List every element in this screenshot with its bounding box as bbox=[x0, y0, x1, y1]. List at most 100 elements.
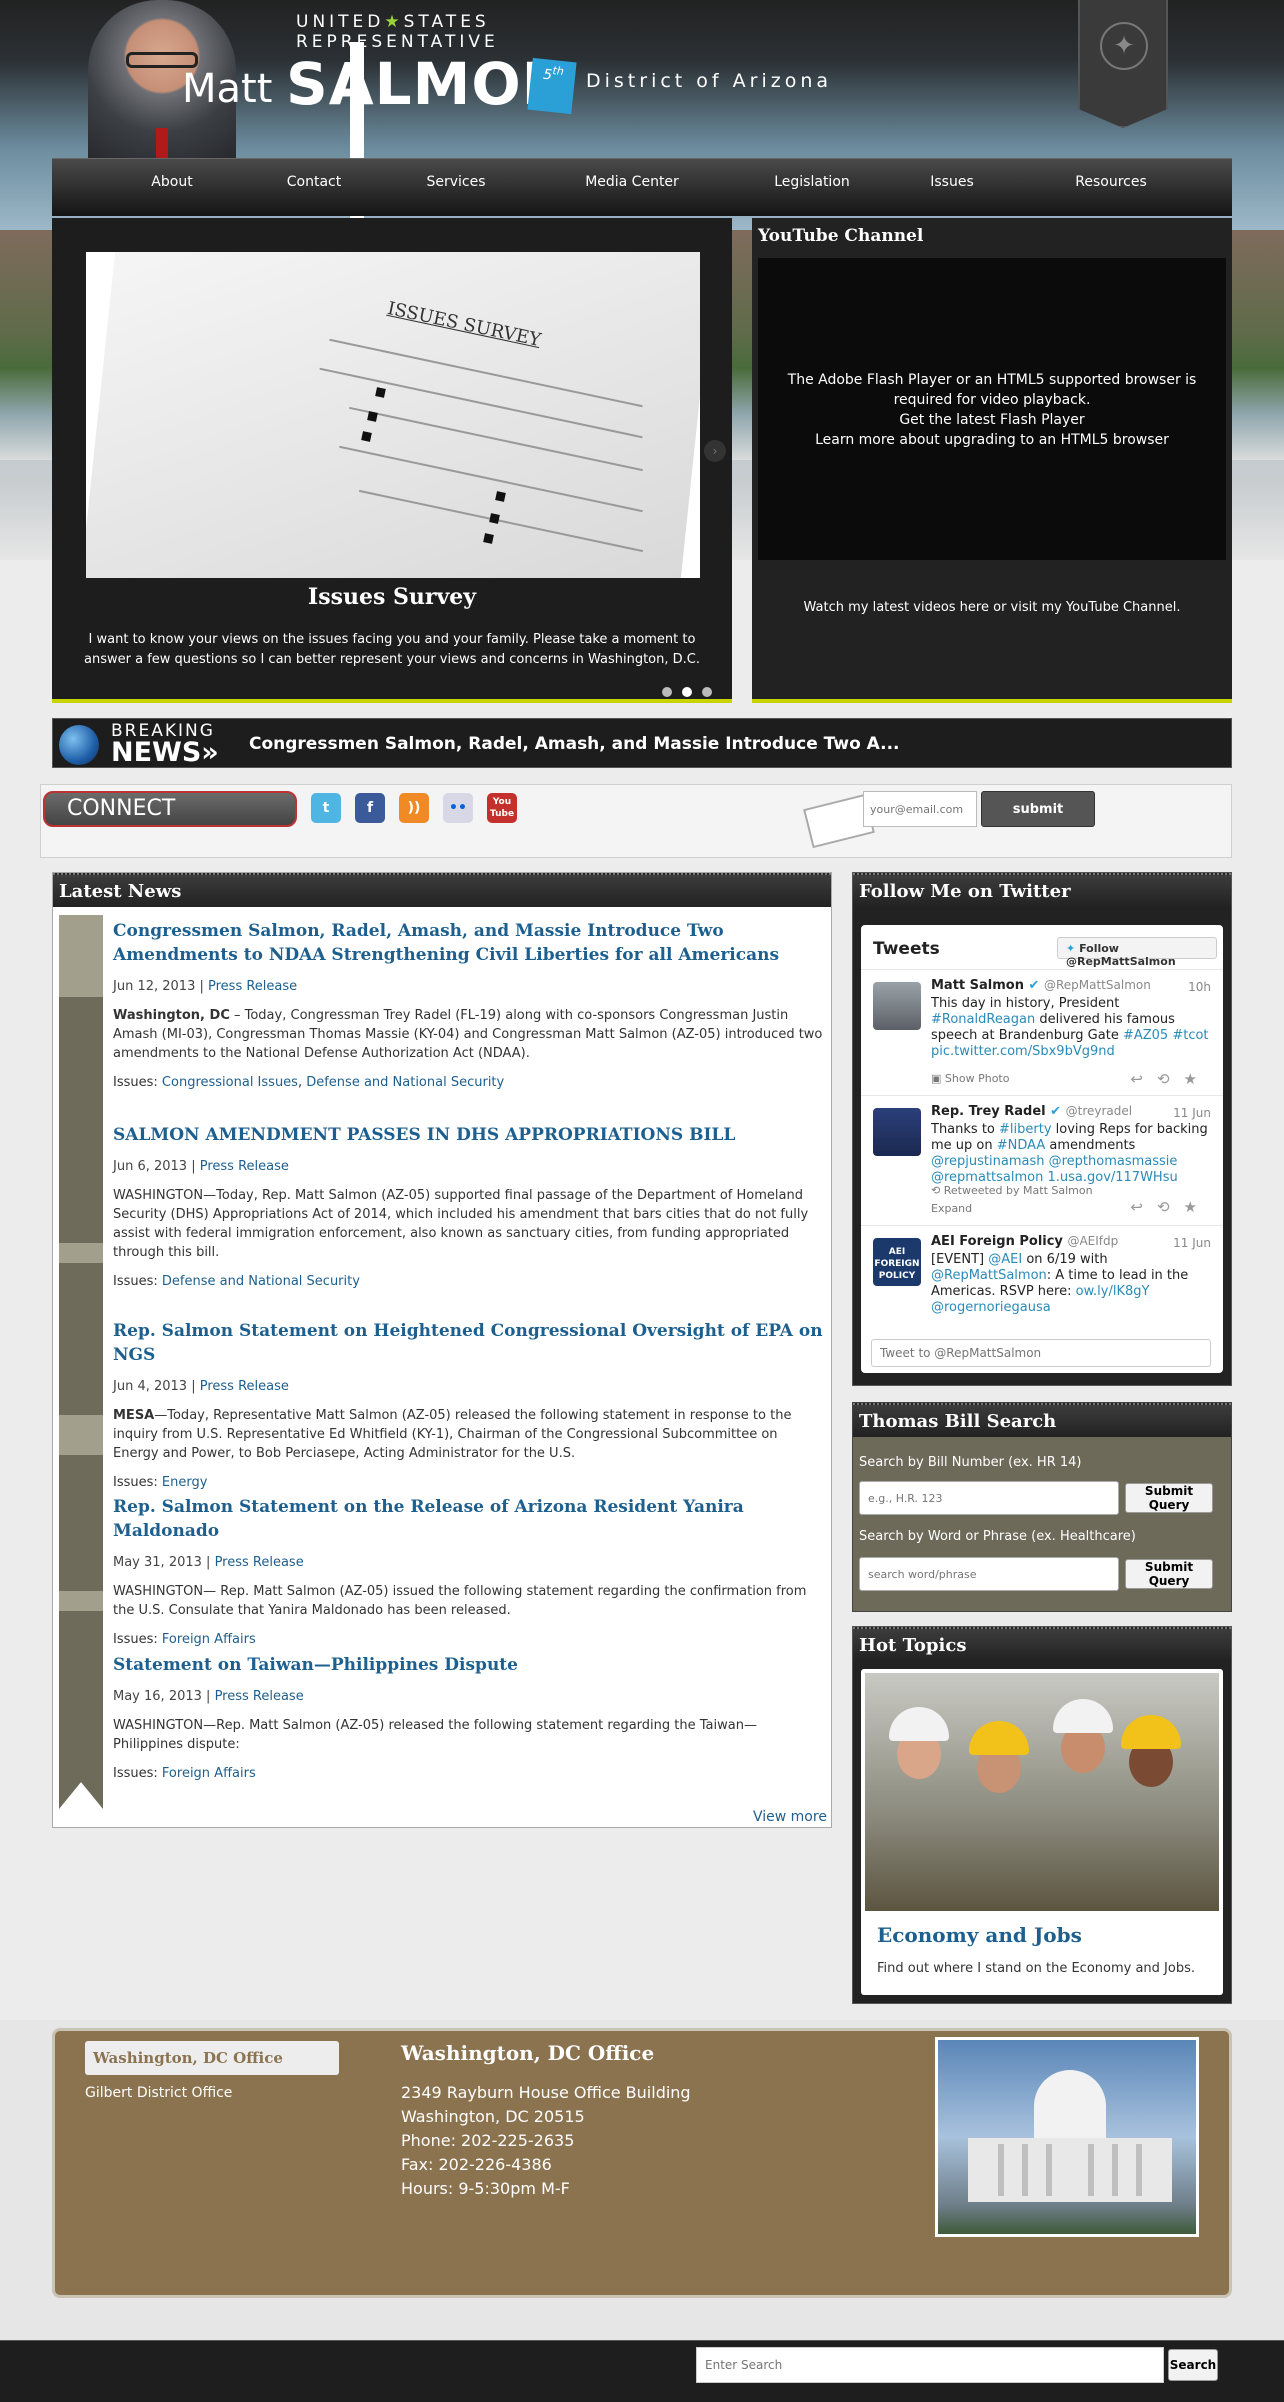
youtube-channel-link[interactable]: YouTube Channel bbox=[1066, 600, 1176, 615]
expand-link[interactable]: Expand bbox=[931, 1202, 972, 1215]
news-lead: MESA bbox=[113, 1408, 155, 1423]
latest-news-title: Latest News bbox=[53, 873, 831, 907]
news-date: Jun 12, 2013 | bbox=[113, 979, 204, 994]
office-tab-gilbert[interactable]: Gilbert District Office bbox=[85, 2085, 232, 2101]
breaking-headline[interactable]: Congressmen Salmon, Radel, Amash, and Ma… bbox=[249, 734, 900, 754]
word-phrase-submit-button[interactable]: Submit Query bbox=[1125, 1559, 1213, 1589]
workers-image[interactable] bbox=[865, 1673, 1219, 1911]
news-label: NEWS» bbox=[111, 737, 219, 768]
news-item-title[interactable]: SALMON AMENDMENT PASSES IN DHS APPROPRIA… bbox=[113, 1123, 823, 1147]
reply-icon[interactable]: ↩ bbox=[1130, 1070, 1157, 1088]
checkbox-shape bbox=[375, 387, 386, 398]
news-item: Rep. Salmon Statement on the Release of … bbox=[113, 1495, 823, 1647]
offices-panel: Washington, DC Office Gilbert District O… bbox=[52, 2028, 1232, 2298]
news-item-title[interactable]: Rep. Salmon Statement on the Release of … bbox=[113, 1495, 823, 1543]
tweet-time[interactable]: 10h bbox=[1188, 980, 1211, 994]
issue-link[interactable]: Energy bbox=[162, 1475, 208, 1490]
mention-link[interactable]: @AEI bbox=[988, 1252, 1022, 1267]
show-photo-label: Show Photo bbox=[944, 1072, 1010, 1085]
timeline-ribbon bbox=[59, 915, 103, 1809]
logo-first-name[interactable]: Matt bbox=[182, 66, 272, 112]
tweet-actions[interactable]: ↩⟲★ bbox=[1130, 1198, 1211, 1216]
ribbon-segment bbox=[59, 1415, 103, 1455]
hot-topics-title: Hot Topics bbox=[853, 1627, 1231, 1661]
site-search-input[interactable] bbox=[696, 2347, 1164, 2383]
rss-icon[interactable]: )) bbox=[399, 793, 429, 823]
press-release-link[interactable]: Press Release bbox=[215, 1689, 304, 1704]
twitter-icon[interactable]: t bbox=[311, 793, 341, 823]
flash-player-link[interactable]: Get the latest Flash Player bbox=[758, 410, 1226, 430]
news-item-title[interactable]: Rep. Salmon Statement on Heightened Cong… bbox=[113, 1319, 823, 1367]
latest-news-panel: Latest News Congressmen Salmon, Radel, A… bbox=[52, 872, 832, 1828]
show-photo-link[interactable]: ▣ Show Photo bbox=[931, 1072, 1009, 1085]
twitter-follow-button[interactable]: ✦ Follow @RepMattSalmon bbox=[1057, 937, 1217, 968]
bill-number-submit-button[interactable]: Submit Query bbox=[1125, 1483, 1213, 1513]
bird-icon: ✦ bbox=[1066, 942, 1076, 955]
slider-dot-active[interactable] bbox=[682, 687, 692, 697]
press-release-link[interactable]: Press Release bbox=[208, 979, 297, 994]
news-item-title[interactable]: Congressmen Salmon, Radel, Amash, and Ma… bbox=[113, 919, 823, 967]
hashtag-link[interactable]: #AZ05 bbox=[1123, 1028, 1168, 1043]
press-release-link[interactable]: Press Release bbox=[200, 1379, 289, 1394]
issue-link[interactable]: Defense and National Security bbox=[162, 1274, 360, 1289]
slider-dot[interactable] bbox=[702, 687, 712, 697]
slide-image[interactable]: ISSUES SURVEY bbox=[86, 252, 700, 578]
tweet-author[interactable]: Rep. Trey Radel ✔ @treyradel bbox=[931, 1104, 1132, 1119]
us-representative-title: UNITED★STATES REPRESENTATIVE bbox=[296, 12, 499, 52]
email-submit-button[interactable]: submit bbox=[981, 791, 1095, 827]
tweet-author[interactable]: AEI Foreign Policy @AEIfdp bbox=[931, 1234, 1118, 1249]
tweet-to-input[interactable] bbox=[871, 1339, 1211, 1367]
follow-label: Follow @RepMattSalmon bbox=[1066, 942, 1176, 968]
avatar[interactable] bbox=[873, 982, 921, 1030]
issue-link[interactable]: Foreign Affairs bbox=[162, 1632, 256, 1647]
facebook-icon[interactable]: f bbox=[355, 793, 385, 823]
issue-link[interactable]: Congressional Issues bbox=[162, 1075, 298, 1090]
next-arrow-icon[interactable]: › bbox=[704, 440, 726, 462]
flickr-icon[interactable]: •• bbox=[443, 793, 473, 823]
tweet-url-link[interactable]: ow.ly/lK8gY bbox=[1076, 1284, 1150, 1299]
video-player[interactable]: The Adobe Flash Player or an HTML5 suppo… bbox=[758, 258, 1226, 560]
news-date: May 31, 2013 | bbox=[113, 1555, 211, 1570]
office-tab-washington[interactable]: Washington, DC Office bbox=[85, 2041, 339, 2075]
issue-link[interactable]: Defense and National Security bbox=[306, 1075, 504, 1090]
office-hours: Hours: 9-5:30pm M-F bbox=[401, 2179, 570, 2198]
bill-number-input[interactable] bbox=[859, 1481, 1119, 1515]
favorite-icon[interactable]: ★ bbox=[1184, 1070, 1211, 1088]
news-item-title[interactable]: Statement on Taiwan—Philippines Dispute bbox=[113, 1653, 823, 1677]
retweet-icon[interactable]: ⟲ bbox=[1157, 1070, 1184, 1088]
view-more-link[interactable]: View more bbox=[753, 1809, 827, 1825]
connect-bar: CONNECT t f )) •• You Tube submit bbox=[40, 784, 1232, 858]
issue-link[interactable]: Foreign Affairs bbox=[162, 1766, 256, 1781]
tweet-actions[interactable]: ↩⟲★ bbox=[1130, 1070, 1211, 1088]
mention-link[interactable]: @rogernoriegausa bbox=[931, 1300, 1051, 1315]
issues-label: Issues: bbox=[113, 1274, 158, 1289]
tweet-time[interactable]: 11 Jun bbox=[1173, 1236, 1211, 1250]
nav-about[interactable]: About bbox=[98, 159, 246, 217]
mention-links[interactable]: @repjustinamash @repthomasmassie @repmat… bbox=[931, 1154, 1178, 1185]
hashtag-link[interactable]: #NDAA bbox=[997, 1138, 1046, 1153]
tweet-author[interactable]: Matt Salmon ✔ @RepMattSalmon bbox=[931, 978, 1151, 993]
press-release-link[interactable]: Press Release bbox=[215, 1555, 304, 1570]
html5-link[interactable]: Learn more about upgrading to an HTML5 b… bbox=[758, 430, 1226, 450]
retweet-icon[interactable]: ⟲ bbox=[1157, 1198, 1184, 1216]
avatar[interactable] bbox=[873, 1108, 921, 1156]
hashtag-link[interactable]: #liberty bbox=[999, 1122, 1052, 1137]
email-signup-input[interactable] bbox=[863, 791, 977, 827]
tweet-time[interactable]: 11 Jun bbox=[1173, 1106, 1211, 1120]
tweet-text-part: amendments bbox=[1045, 1138, 1136, 1153]
hot-topic-description: Find out where I stand on the Economy an… bbox=[877, 1961, 1195, 1976]
youtube-icon[interactable]: You Tube bbox=[487, 793, 517, 823]
tweet-author-name: Rep. Trey Radel bbox=[931, 1104, 1046, 1119]
united-text: UNITED bbox=[296, 12, 385, 32]
word-phrase-input[interactable] bbox=[859, 1557, 1119, 1591]
mention-link[interactable]: @RepMattSalmon bbox=[931, 1268, 1047, 1283]
hashtag-link[interactable]: #RonaldReagan bbox=[931, 1012, 1035, 1027]
nav-resources[interactable]: Resources bbox=[1006, 159, 1216, 217]
hot-topic-title[interactable]: Economy and Jobs bbox=[877, 1923, 1082, 1947]
reply-icon[interactable]: ↩ bbox=[1130, 1198, 1157, 1216]
slider-dot[interactable] bbox=[662, 687, 672, 697]
avatar[interactable]: AEI FOREIGN POLICY bbox=[873, 1238, 921, 1286]
site-search-button[interactable]: Search bbox=[1168, 2349, 1218, 2381]
press-release-link[interactable]: Press Release bbox=[200, 1159, 289, 1174]
favorite-icon[interactable]: ★ bbox=[1184, 1198, 1211, 1216]
